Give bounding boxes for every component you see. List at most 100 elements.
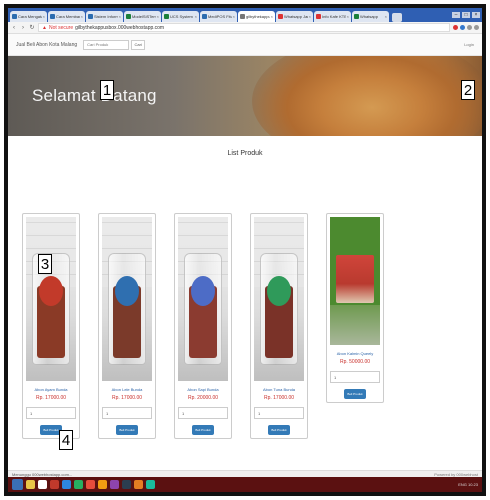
tab-favicon-icon [50, 14, 55, 19]
browser-tab[interactable]: Info Kafe KTBfin× [314, 11, 351, 22]
product-image[interactable] [254, 217, 304, 381]
buy-button[interactable]: Beli Produk [268, 425, 290, 435]
browser-tab[interactable]: Whatsapp Jaringan× [276, 11, 313, 22]
taskbar-app-icon[interactable] [74, 480, 83, 489]
tab-close-icon[interactable]: × [195, 14, 197, 19]
callout-2: 2 [461, 80, 475, 100]
extension-icon[interactable] [467, 25, 472, 30]
browser-tab[interactable]: MediPOS Fitur Cell× [200, 11, 237, 22]
tab-close-icon[interactable]: × [309, 14, 311, 19]
tab-favicon-icon [12, 14, 17, 19]
taskbar-app-icon[interactable] [86, 480, 95, 489]
close-window-icon[interactable]: × [472, 12, 480, 18]
product-price: Rp. 17000.00 [111, 395, 143, 401]
buy-button[interactable]: Beli Produk [192, 425, 214, 435]
browser-status-bar: Menunggu 000webhostapp.com... Powered by… [8, 470, 482, 477]
search-input[interactable] [83, 39, 130, 50]
start-button[interactable] [12, 479, 23, 490]
taskbar-app-icon[interactable] [50, 480, 59, 489]
quantity-input[interactable] [26, 407, 76, 419]
tab-favicon-icon [88, 14, 93, 19]
browser-tab[interactable]: Whatsapp × [352, 11, 389, 22]
taskbar-app-icon[interactable] [122, 480, 131, 489]
new-tab-button[interactable] [392, 13, 402, 22]
security-label: Not secure [48, 24, 74, 31]
product-name[interactable]: Abon Ayam Bunda [34, 387, 67, 392]
quantity-input[interactable] [254, 407, 304, 419]
tab-close-icon[interactable]: × [347, 14, 349, 19]
tab-close-icon[interactable]: × [43, 14, 45, 19]
menu-icon[interactable] [474, 25, 479, 30]
minimize-icon[interactable]: – [452, 12, 460, 18]
reload-icon[interactable]: ↻ [29, 24, 35, 31]
site-brand[interactable]: Jual Beli Abon Kota Malang [16, 42, 77, 48]
product-price: Rp. 50000.00 [339, 359, 371, 365]
product-name[interactable]: Abon Lele Bunda [112, 387, 143, 392]
extension-icon[interactable] [453, 25, 458, 30]
tab-label: UCS System [170, 14, 193, 19]
tab-label: Whatsapp Jaringan [284, 14, 308, 19]
browser-tab[interactable]: Cara Membangun Rules× [48, 11, 85, 22]
pouch-label [191, 276, 215, 306]
login-link[interactable]: Login [464, 42, 474, 47]
taskbar-app-icon[interactable] [98, 480, 107, 489]
browser-tab[interactable]: Sistem Informasi Ma× [86, 11, 123, 22]
browser-tab[interactable]: Cara Mengatasi Data× [10, 11, 47, 22]
system-tray: ENG 10.23 [458, 482, 478, 487]
back-icon[interactable]: ‹ [11, 25, 17, 31]
tab-label: Whatsapp [360, 14, 379, 19]
search-button[interactable]: Cari [131, 39, 146, 50]
tab-label: Info Kafe KTBfin [322, 14, 346, 19]
pouch-label [39, 276, 63, 306]
product-card: Abon Tuna Bunda Rp. 17000.00 Beli Produk [250, 213, 308, 439]
tab-close-icon[interactable]: × [385, 14, 387, 19]
extension-icon[interactable] [460, 25, 465, 30]
product-box [336, 255, 374, 303]
product-image[interactable] [26, 217, 76, 381]
taskbar-app-icon[interactable] [146, 480, 155, 489]
tab-favicon-icon [202, 14, 207, 19]
pouch-label [115, 276, 139, 306]
forward-icon[interactable]: › [20, 25, 26, 31]
screenshot-frame: Cara Mengatasi Data×Cara Membangun Rules… [4, 4, 486, 496]
product-card: Abon Kalmin Queely Rp. 50000.00 Beli Produ… [326, 213, 384, 403]
hero-banner: Selamat Datang [8, 56, 482, 136]
tab-label: Cara Mengatasi Data [18, 14, 42, 19]
taskbar-app-icon[interactable] [62, 480, 71, 489]
taskbar-app-icon[interactable] [26, 480, 35, 489]
buy-button[interactable]: Beli Produk [344, 389, 366, 399]
product-image[interactable] [102, 217, 152, 381]
product-name[interactable]: Abon Tuna Bunda [263, 387, 295, 392]
quantity-input[interactable] [178, 407, 228, 419]
tab-label: MediPOS Fitur Cell [208, 14, 232, 19]
extension-icons [453, 25, 479, 30]
taskbar-app-icon[interactable] [38, 480, 47, 489]
browser-tab[interactable]: gilbythekappusbox× [238, 11, 275, 22]
tab-close-icon[interactable]: × [157, 14, 159, 19]
buy-button[interactable]: Beli Produk [116, 425, 138, 435]
product-price: Rp. 17000.00 [263, 395, 295, 401]
tab-favicon-icon [278, 14, 283, 19]
product-image[interactable] [330, 217, 380, 345]
tab-close-icon[interactable]: × [81, 14, 83, 19]
browser-tab[interactable]: ModelSiSTem-Informasi× [124, 11, 161, 22]
status-text: Menunggu 000webhostapp.com... [12, 471, 73, 477]
product-pouch [108, 253, 146, 365]
taskbar-app-icon[interactable] [110, 480, 119, 489]
taskbar-app-icon[interactable] [134, 480, 143, 489]
product-name[interactable]: Abon Kalmin Queely [337, 351, 373, 356]
tab-close-icon[interactable]: × [271, 14, 273, 19]
window-controls: – □ × [452, 8, 480, 22]
quantity-input[interactable] [102, 407, 152, 419]
tab-label: Sistem Informasi Ma [94, 14, 118, 19]
url-field[interactable]: ▲ Not secure gilbythekappusbox.000webhos… [38, 23, 450, 32]
product-card: Abon Lele Bunda Rp. 17000.00 Beli Produk [98, 213, 156, 439]
product-image[interactable] [178, 217, 228, 381]
product-name[interactable]: Abon Sapi Bunda [187, 387, 218, 392]
tab-favicon-icon [164, 14, 169, 19]
maximize-icon[interactable]: □ [462, 12, 470, 18]
tab-close-icon[interactable]: × [119, 14, 121, 19]
quantity-input[interactable] [330, 371, 380, 383]
tab-close-icon[interactable]: × [233, 14, 235, 19]
browser-tab[interactable]: UCS System × [162, 11, 199, 22]
